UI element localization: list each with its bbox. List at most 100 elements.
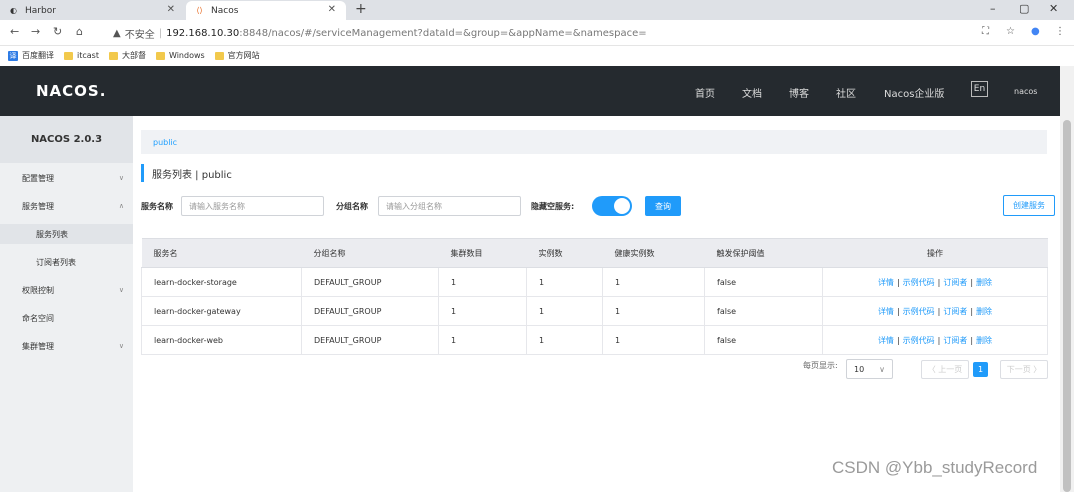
translate-icon[interactable]: ⛶ [982,26,989,37]
forward-icon[interactable]: → [31,25,40,38]
bookmark-windows[interactable]: Windows [155,51,205,60]
bookmarks-bar: 译 百度翻译 itcast 大部督 Windows 官方网站 [0,46,1074,65]
cell-clusters: 1 [438,267,527,297]
sidebar-item-service-list[interactable]: 服务列表 [0,224,133,244]
sample-code-link[interactable]: 示例代码 [903,336,935,345]
hide-empty-toggle[interactable] [592,196,632,216]
home-icon[interactable]: ⌂ [76,25,83,38]
delete-link[interactable]: 删除 [976,336,992,345]
minimize-icon[interactable]: – [990,2,996,15]
back-icon[interactable]: ← [10,25,19,38]
tab-nacos[interactable]: ⟨⟩ Nacos ✕ [186,1,346,20]
page-size-select[interactable]: 10 ∨ [846,359,893,379]
close-window-icon[interactable]: ✕ [1049,2,1058,15]
chevron-down-icon: ∨ [879,364,885,374]
col-threshold: 触发保护阈值 [704,238,823,268]
tab-harbor[interactable]: ◐ Harbor ✕ [0,1,185,20]
cell-clusters: 1 [438,325,527,355]
new-tab-button[interactable]: + [355,1,367,17]
bookmark-dabudu[interactable]: 大部督 [108,50,146,61]
folder-icon [108,51,118,60]
detail-link[interactable]: 详情 [878,278,894,287]
nav-community[interactable]: 社区 [836,85,856,100]
service-table: 服务名 分组名称 集群数目 实例数 健康实例数 触发保护阈值 操作 learn-… [141,238,1048,355]
per-page-label: 每页显示: [803,361,838,370]
service-name-label: 服务名称 [141,202,173,211]
cell-group: DEFAULT_GROUP [301,296,439,326]
nacos-favicon-icon: ⟨⟩ [196,6,203,15]
page-scrollbar[interactable] [1060,66,1074,492]
folder-icon [155,51,165,60]
profile-icon[interactable]: ● [1031,26,1040,37]
sidebar-item-auth[interactable]: 权限控制 ∨ [0,280,133,300]
subscribers-link[interactable]: 订阅者 [943,307,967,316]
cell-healthy: 1 [602,296,705,326]
subscribers-link[interactable]: 订阅者 [943,336,967,345]
table-row: learn-docker-gateway DEFAULT_GROUP 1 1 1… [141,296,1048,326]
cell-service-name: learn-docker-gateway [141,296,302,326]
url-host: 192.168.10.30 [166,27,240,39]
page-number-current[interactable]: 1 [973,362,988,377]
sidebar-item-cluster[interactable]: 集群管理 ∨ [0,336,133,356]
cell-instances: 1 [526,267,603,297]
toggle-knob [614,198,630,214]
prev-page-button[interactable]: 〈 上一页 [921,360,969,379]
reload-icon[interactable]: ↻ [53,25,62,38]
sidebar-item-config[interactable]: 配置管理 ∨ [0,168,133,188]
sidebar-item-namespace[interactable]: 命名空间 [0,308,133,328]
sidebar-item-service[interactable]: 服务管理 ∧ [0,196,133,216]
language-toggle[interactable]: En [971,81,988,97]
cell-operations: 详情 | 示例代码 | 订阅者 | 删除 [822,296,1048,326]
chevron-down-icon: ∨ [118,342,124,350]
url-field[interactable]: ▲ 不安全 | 192.168.10.30 :8848/nacos/#/serv… [113,24,973,42]
cell-threshold: false [704,325,823,355]
table-row: learn-docker-web DEFAULT_GROUP 1 1 1 fal… [141,325,1048,355]
col-operations: 操作 [822,238,1048,268]
namespace-breadcrumb[interactable]: public [141,130,1047,154]
close-tab-icon[interactable]: ✕ [167,4,175,15]
close-tab-icon[interactable]: ✕ [328,4,336,15]
star-icon[interactable]: ☆ [1006,26,1015,37]
col-instance-count: 实例数 [526,238,603,268]
nav-home[interactable]: 首页 [695,85,715,100]
group-name-label: 分组名称 [336,202,368,211]
table-row: learn-docker-storage DEFAULT_GROUP 1 1 1… [141,267,1048,297]
next-page-button[interactable]: 下一页 〉 [1000,360,1048,379]
cell-operations: 详情 | 示例代码 | 订阅者 | 删除 [822,325,1048,355]
filter-bar: 服务名称 请输入服务名称 分组名称 请输入分组名称 隐藏空服务: 查询 创建服务 [141,195,1055,216]
service-name-input[interactable]: 请输入服务名称 [181,196,324,216]
col-cluster-count: 集群数目 [438,238,527,268]
sample-code-link[interactable]: 示例代码 [903,278,935,287]
translate-bookmark-icon: 译 [8,50,18,61]
bookmark-baidu-translate[interactable]: 译 百度翻译 [8,50,54,61]
query-button[interactable]: 查询 [645,196,681,216]
delete-link[interactable]: 删除 [976,307,992,316]
chevron-down-icon: ∨ [118,174,124,182]
group-name-input[interactable]: 请输入分组名称 [378,196,521,216]
tab-title: Nacos [211,5,239,16]
sidebar-item-subscribers[interactable]: 订阅者列表 [0,252,133,272]
delete-link[interactable]: 删除 [976,278,992,287]
folder-icon [64,51,73,60]
bookmark-official-site[interactable]: 官方网站 [214,50,260,61]
subscribers-link[interactable]: 订阅者 [943,278,967,287]
maximize-icon[interactable]: ▢ [1019,2,1029,15]
col-group-name: 分组名称 [301,238,439,268]
detail-link[interactable]: 详情 [878,336,894,345]
nav-docs[interactable]: 文档 [742,85,762,100]
bookmark-itcast[interactable]: itcast [64,51,99,60]
create-service-button[interactable]: 创建服务 [1003,195,1055,216]
detail-link[interactable]: 详情 [878,307,894,316]
sample-code-link[interactable]: 示例代码 [903,307,935,316]
nav-enterprise[interactable]: Nacos企业版 [884,85,944,100]
scrollbar-thumb[interactable] [1063,120,1071,492]
more-icon[interactable]: ⋮ [1055,26,1065,37]
nacos-logo[interactable]: NACOS. [36,82,106,100]
nav-blog[interactable]: 博客 [789,85,809,100]
cell-instances: 1 [526,325,603,355]
user-menu[interactable]: nacos [1014,87,1037,96]
harbor-favicon-icon: ◐ [10,6,17,15]
url-path: :8848/nacos/#/serviceManagement?dataId=&… [239,27,647,39]
folder-icon [214,51,224,60]
chevron-up-icon: ∧ [118,202,124,210]
